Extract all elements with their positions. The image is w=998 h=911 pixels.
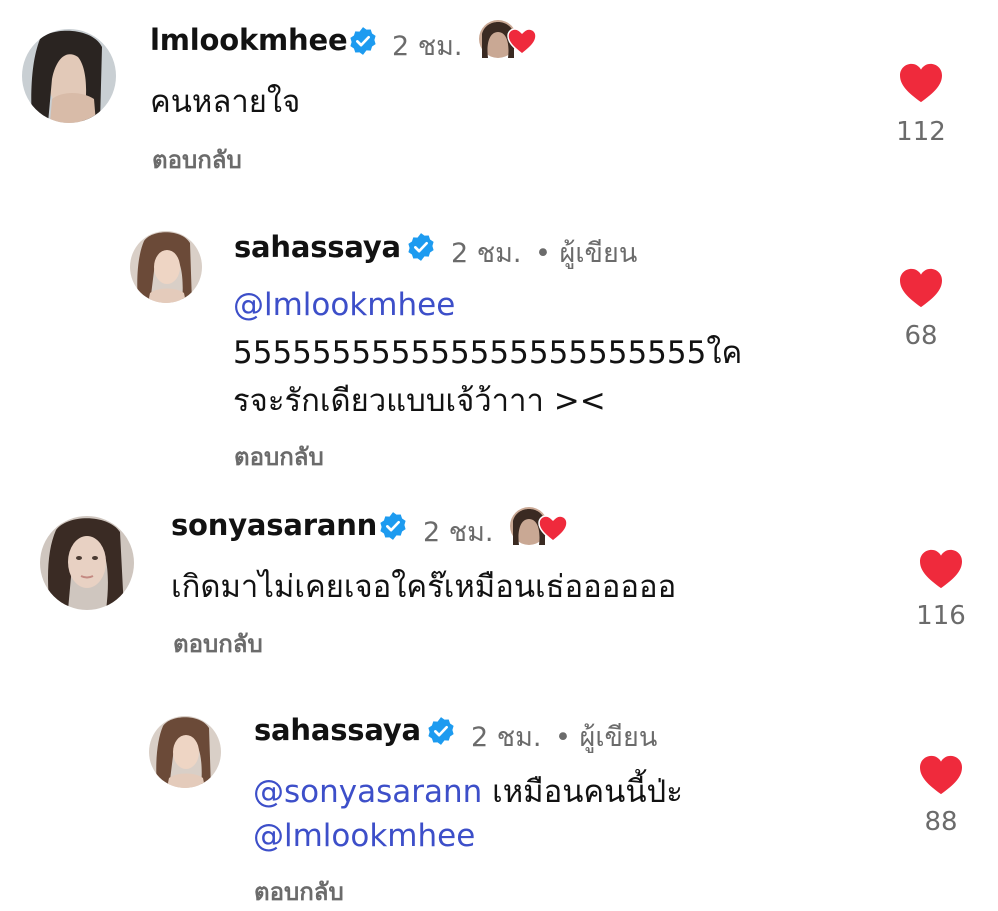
comment-text: เหมือนคนนี้ป่ะ (482, 774, 683, 810)
timestamp: 2 ชม. (451, 238, 522, 269)
username[interactable]: sahassaya (234, 230, 401, 264)
avatar[interactable] (149, 716, 221, 788)
comment-text-line: @sonyasarann เหมือนคนนี้ป่ะ (253, 768, 683, 816)
timestamp: 2 ชม. (471, 722, 542, 753)
like-count: 112 (896, 117, 946, 147)
heart-icon[interactable] (898, 62, 944, 104)
verified-badge-icon (426, 716, 456, 746)
username[interactable]: sonyasarann (171, 508, 377, 542)
mention-link[interactable]: @sonyasarann (253, 774, 482, 810)
username[interactable]: lmlookmhee (150, 23, 348, 57)
author-badge: • ผู้เขียน (535, 238, 638, 269)
heart-icon[interactable] (918, 754, 964, 796)
username[interactable]: sahassaya (254, 713, 421, 747)
reply-button[interactable]: ตอบกลับ (173, 624, 263, 663)
avatar[interactable] (130, 231, 202, 303)
comment-text-line: รจะรักเดียวแบบเจ้ว้าาา >< (233, 383, 606, 419)
verified-badge-icon (348, 26, 378, 56)
comment-text: เกิดมาไม่เคยเจอใคร๊เหมือนเธ่ออออออ (171, 569, 677, 605)
timestamp: 2 ชม. (392, 31, 463, 62)
author-liked-avatar-icon (509, 505, 571, 547)
timestamp: 2 ชม. (423, 517, 494, 548)
heart-icon[interactable] (918, 548, 964, 590)
heart-icon[interactable] (898, 267, 944, 309)
comment-text: คนหลายใจ (150, 84, 301, 120)
like-count: 116 (916, 601, 966, 631)
mention-link[interactable]: @lmlookmhee (233, 281, 455, 329)
like-count: 88 (924, 807, 958, 837)
author-liked-avatar-icon (478, 18, 540, 60)
avatar[interactable] (22, 29, 116, 123)
comment-text-line: 555555555555555555555555ใค (233, 335, 743, 371)
mention-link[interactable]: @lmlookmhee (253, 812, 475, 860)
like-count: 68 (904, 321, 938, 351)
reply-button[interactable]: ตอบกลับ (254, 872, 344, 911)
author-badge: • ผู้เขียน (555, 722, 658, 753)
reply-button[interactable]: ตอบกลับ (152, 140, 242, 179)
verified-badge-icon (406, 232, 436, 262)
reply-button[interactable]: ตอบกลับ (234, 437, 324, 476)
avatar[interactable] (40, 516, 134, 610)
verified-badge-icon (378, 511, 408, 541)
